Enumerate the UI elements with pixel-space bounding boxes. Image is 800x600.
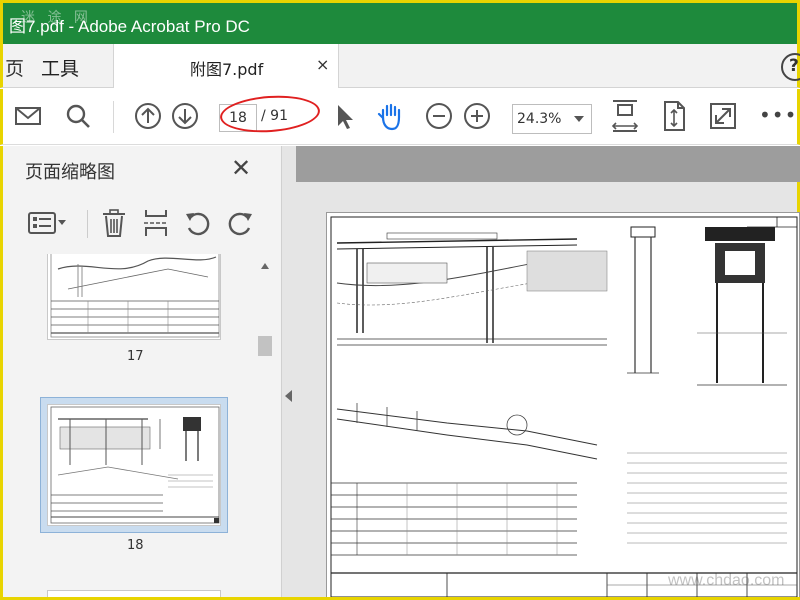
scrollbar-thumb[interactable] [258,336,272,356]
thumbnail-label-18: 18 [127,538,144,553]
close-panel-icon[interactable]: ✕ [231,154,251,182]
more-icon[interactable]: ••• [759,103,797,127]
rotate-ccw-icon[interactable] [183,208,213,238]
page-up-icon[interactable] [133,101,163,131]
page-thumbnails-panel: 页面缩略图 ✕ 17 18 [0,146,282,600]
zoom-out-icon[interactable] [424,101,454,131]
pdf-page[interactable] [326,212,800,600]
document-view[interactable] [282,146,800,600]
thumbnail-page-18[interactable] [47,404,221,526]
rotate-cw-icon[interactable] [225,208,255,238]
help-icon[interactable]: ? [781,53,800,81]
thumbnail-label-17: 17 [127,349,144,364]
tab-home-partial[interactable]: 页 [5,54,24,81]
site-watermark: www.chdao.com [668,572,785,589]
fit-page-icon[interactable] [610,97,640,135]
chevron-down-icon [574,116,584,122]
zoom-dropdown[interactable]: 24.3% [512,104,592,134]
collapse-panel-icon[interactable] [285,390,292,402]
corner-watermark: 迷 途 网 [21,10,92,26]
title-bar: 图7.pdf - Adobe Acrobat Pro DC 迷 途 网 [0,0,800,44]
page-down-icon[interactable] [170,101,200,131]
previous-page-edge [296,146,800,182]
thumbnail-drawing [50,406,220,524]
scroll-up-icon[interactable] [257,258,273,274]
mail-icon[interactable] [13,101,43,131]
thumbnail-options-icon[interactable] [27,208,69,238]
thumbnail-page-17[interactable] [47,254,221,340]
tab-bar: 页 工具 附图7.pdf × ? [0,44,800,88]
zoom-value: 24.3% [517,111,562,127]
document-tab-label: 附图7.pdf [190,60,264,79]
panel-title: 页面缩略图 [25,162,115,183]
full-screen-icon[interactable] [708,101,738,131]
thumbnail-scrollbar[interactable] [257,258,273,600]
panel-toolbar [3,200,281,248]
engineering-drawing [330,216,798,598]
select-arrow-icon[interactable] [329,101,359,131]
zoom-in-icon[interactable] [462,101,492,131]
toolbar-separator [113,101,114,133]
scroll-mode-icon[interactable] [659,99,689,133]
thumbnail-drawing [50,254,220,338]
extract-page-icon[interactable] [141,208,171,238]
hand-tool-icon[interactable] [375,101,405,131]
tab-document[interactable]: 附图7.pdf × [113,44,339,88]
panel-separator [87,210,88,238]
close-tab-icon[interactable]: × [316,55,329,74]
search-icon[interactable] [63,101,93,131]
delete-page-icon[interactable] [99,208,129,238]
main-toolbar: 18 / 91 24.3% ••• [0,89,800,145]
tab-tools[interactable]: 工具 [41,54,79,81]
thumbnail-list: 17 18 [3,254,281,600]
